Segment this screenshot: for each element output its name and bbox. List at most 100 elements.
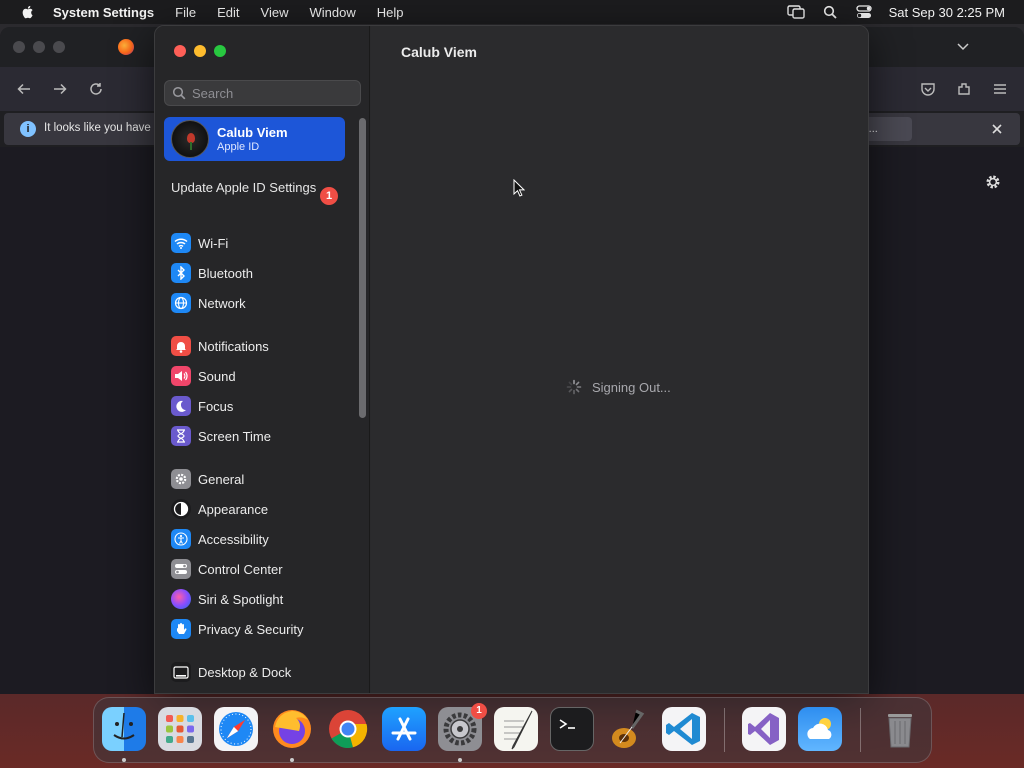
system-settings-running-indicator [458, 758, 462, 762]
sidebar-item-label: General [198, 471, 245, 487]
sidebar-item-label: Focus [198, 398, 234, 414]
app-store-icon[interactable] [382, 707, 426, 751]
window-close-button[interactable] [174, 45, 186, 57]
menu-help[interactable]: Help [377, 5, 404, 20]
launchpad-icon[interactable] [158, 707, 202, 751]
safari-icon[interactable] [214, 707, 258, 751]
browser-minimize-button[interactable] [33, 41, 45, 53]
account-name: Calub Viem [217, 125, 288, 140]
menu-app-name[interactable]: System Settings [53, 5, 154, 20]
firefox-tab-icon[interactable] [118, 39, 134, 55]
sidebar-scrollbar[interactable] [359, 118, 366, 418]
sidebar-item-label: Accessibility [198, 531, 269, 547]
sidebar-item-label: Network [198, 295, 246, 311]
sidebar-item-accessibility[interactable]: Accessibility [171, 528, 269, 550]
search-icon [172, 86, 186, 100]
settings-content-pane: Calub Viem Signing Out... [371, 26, 868, 693]
moon-icon [171, 396, 191, 416]
menu-window[interactable]: Window [309, 5, 355, 20]
sidebar-item-label: Sound [198, 368, 236, 384]
close-icon[interactable] [990, 122, 1004, 136]
system-settings-badge: 1 [471, 703, 487, 719]
wifi-icon [171, 233, 191, 253]
screen-mirroring-icon[interactable] [786, 4, 805, 20]
sidebar-item-partial[interactable] [171, 691, 198, 693]
sidebar-item-siri-spotlight[interactable]: Siri & Spotlight [171, 588, 283, 610]
toggles-icon [171, 559, 191, 579]
forward-arrow-icon[interactable] [52, 81, 68, 97]
garageband-icon[interactable] [606, 707, 650, 751]
sidebar-item-label: Wi-Fi [198, 235, 229, 251]
sidebar-item-control-center[interactable]: Control Center [171, 558, 283, 580]
dock-separator [724, 708, 725, 752]
loading-spinner-icon [566, 379, 582, 395]
system-settings-window: Calub Viem Apple ID Update Apple ID Sett… [154, 25, 869, 694]
menu-view[interactable]: View [261, 5, 289, 20]
notification-text: It looks like you have [44, 122, 151, 134]
chrome-icon[interactable] [326, 707, 370, 751]
sidebar-search[interactable] [164, 80, 361, 106]
firefox-icon[interactable] [270, 707, 314, 751]
speaker-icon [171, 366, 191, 386]
sidebar-item-wifi[interactable]: Wi-Fi [171, 232, 228, 254]
visual-studio-icon[interactable] [742, 707, 786, 751]
siri-icon [171, 589, 191, 609]
signing-out-status: Signing Out... [592, 380, 671, 395]
avatar-stem-image [190, 142, 192, 150]
hand-icon [171, 619, 191, 639]
finder-icon[interactable] [102, 707, 146, 751]
trash-icon[interactable] [878, 707, 922, 751]
sidebar-item-privacy-security[interactable]: Privacy & Security [171, 618, 303, 640]
sidebar-item-appearance[interactable]: Appearance [171, 498, 268, 520]
search-input[interactable] [192, 85, 352, 101]
tab-list-chevron-icon[interactable] [956, 39, 970, 53]
sidebar-item-update-apple-id[interactable]: Update Apple ID Settings [171, 180, 341, 196]
firefox-running-indicator [290, 758, 294, 762]
extensions-icon[interactable] [956, 81, 972, 97]
pocket-icon[interactable] [920, 81, 936, 97]
gear-icon [171, 469, 191, 489]
dock: 1 [93, 697, 932, 763]
spotlight-search-icon[interactable] [821, 4, 839, 20]
back-arrow-icon[interactable] [16, 81, 32, 97]
sidebar-item-desktop-dock[interactable]: Desktop & Dock [171, 661, 291, 683]
textedit-icon[interactable] [494, 707, 538, 751]
settings-sidebar: Calub Viem Apple ID Update Apple ID Sett… [155, 26, 370, 693]
reload-icon[interactable] [88, 81, 104, 97]
sidebar-item-bluetooth[interactable]: Bluetooth [171, 262, 253, 284]
accessibility-icon [171, 529, 191, 549]
sidebar-item-general[interactable]: General [171, 468, 244, 490]
dock-icon [171, 662, 191, 682]
appearance-icon [171, 499, 191, 519]
menu-bar: System Settings File Edit View Window He… [0, 0, 1024, 24]
menu-edit[interactable]: Edit [217, 5, 239, 20]
finder-running-indicator [122, 758, 126, 762]
sidebar-item-notifications[interactable]: Notifications [171, 335, 269, 357]
sidebar-item-network[interactable]: Network [171, 292, 246, 314]
sidebar-item-sound[interactable]: Sound [171, 365, 236, 387]
menu-clock[interactable]: Sat Sep 30 2:25 PM [889, 5, 1005, 20]
mouse-pointer-icon [513, 179, 525, 197]
dock-separator [860, 708, 861, 752]
terminal-icon[interactable] [550, 707, 594, 751]
avatar [171, 120, 209, 158]
browser-close-button[interactable] [13, 41, 25, 53]
menu-file[interactable]: File [175, 5, 196, 20]
window-zoom-button[interactable] [214, 45, 226, 57]
vscode-icon[interactable] [662, 707, 706, 751]
sidebar-item-apple-id[interactable]: Calub Viem Apple ID [164, 117, 345, 161]
sidebar-item-label: Siri & Spotlight [198, 591, 284, 607]
sidebar-item-label: Screen Time [198, 428, 271, 444]
sidebar-item-screen-time[interactable]: Screen Time [171, 425, 271, 447]
control-center-icon[interactable] [855, 4, 873, 20]
sidebar-item-focus[interactable]: Focus [171, 395, 233, 417]
browser-zoom-button[interactable] [53, 41, 65, 53]
apple-menu-icon[interactable] [20, 4, 36, 20]
account-subtitle: Apple ID [217, 141, 260, 153]
hamburger-menu-icon[interactable] [992, 81, 1008, 97]
info-icon: i [20, 121, 36, 137]
gear-icon[interactable] [984, 173, 1002, 191]
hourglass-icon [171, 426, 191, 446]
window-minimize-button[interactable] [194, 45, 206, 57]
weather-icon[interactable] [798, 707, 842, 751]
